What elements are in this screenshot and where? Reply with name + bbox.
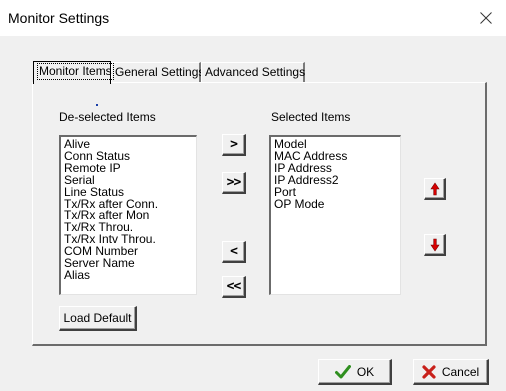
close-button[interactable] [466, 0, 506, 36]
remove-all-button-label: << [226, 279, 242, 294]
list-item[interactable]: Alias [63, 269, 194, 282]
cancel-button[interactable]: Cancel [413, 359, 489, 385]
ok-button-label: OK [356, 364, 375, 379]
tab-advanced-settings-label: Advanced Settings [205, 65, 306, 79]
add-button[interactable]: > [222, 134, 246, 156]
selected-items-listbox[interactable]: Model MAC Address IP Address IP Address2… [269, 135, 401, 295]
deselected-items-heading: De-selected Items [59, 110, 156, 124]
move-up-button[interactable] [424, 178, 446, 200]
tab-advanced-settings[interactable]: Advanced Settings [201, 62, 305, 83]
title-bar: Monitor Settings [0, 0, 506, 36]
tab-general-settings[interactable]: General Settings [111, 62, 205, 83]
remove-button[interactable]: < [222, 241, 246, 263]
add-all-button-label: >> [226, 175, 242, 190]
monitor-settings-dialog: Monitor Settings Monitor Items General S… [0, 0, 506, 391]
selected-items-heading: Selected Items [271, 110, 351, 124]
remove-all-button[interactable]: << [222, 276, 246, 298]
window-title: Monitor Settings [8, 10, 110, 26]
close-icon [480, 12, 492, 24]
cancel-button-label: Cancel [441, 364, 480, 379]
add-button-label: > [230, 137, 238, 152]
load-default-button-label: Load Default [63, 311, 132, 325]
focus-dot [96, 104, 98, 106]
tab-monitor-items-label: Monitor Items [37, 63, 114, 80]
move-down-button[interactable] [424, 234, 446, 256]
add-all-button[interactable]: >> [222, 172, 246, 194]
x-icon [422, 364, 436, 379]
tab-monitor-items[interactable]: Monitor Items [33, 61, 114, 84]
list-item[interactable]: OP Mode [273, 198, 398, 211]
load-default-button[interactable]: Load Default [59, 306, 137, 331]
checkmark-icon [334, 364, 351, 378]
deselected-items-listbox[interactable]: Alive Conn Status Remote IP Serial Line … [59, 135, 197, 295]
arrow-down-icon [429, 238, 440, 252]
arrow-up-icon [429, 181, 440, 195]
tab-general-settings-label: General Settings [115, 65, 205, 79]
ok-button[interactable]: OK [318, 359, 392, 385]
remove-button-label: < [230, 244, 238, 259]
